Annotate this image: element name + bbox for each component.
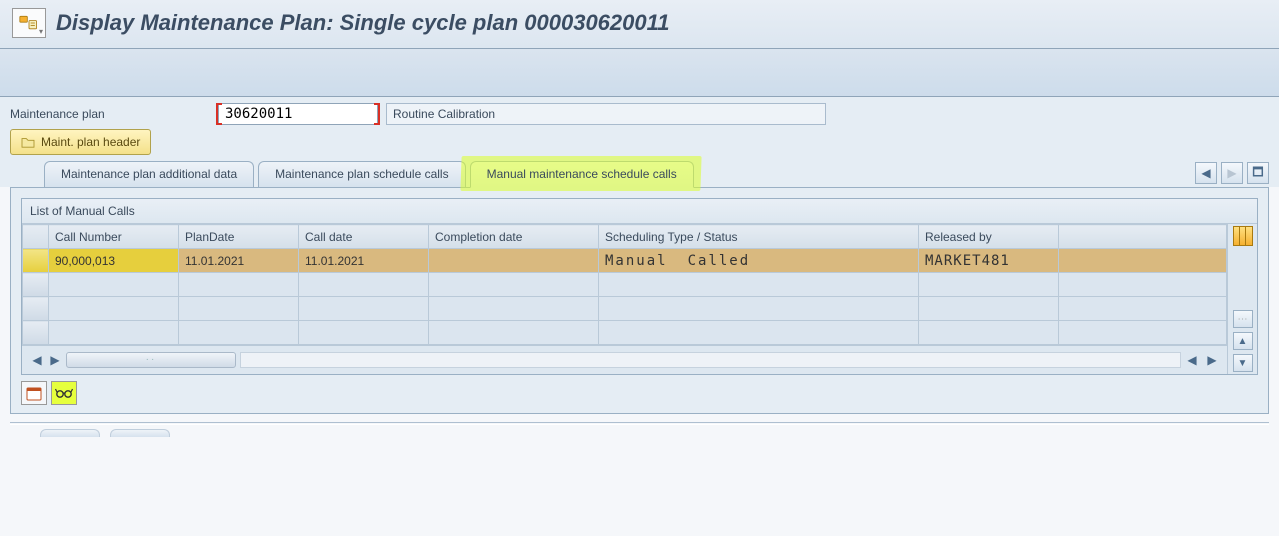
cell-released-by[interactable]: MARKET481	[919, 249, 1059, 273]
table-row[interactable]	[23, 321, 1227, 345]
vscroll-up-button[interactable]: ▲	[1233, 332, 1253, 350]
triangle-left-icon: ◀	[1201, 166, 1210, 180]
footer-tabs	[40, 429, 1239, 437]
hscroll-left-button[interactable]: ◀	[30, 353, 44, 367]
row-selector[interactable]	[23, 297, 49, 321]
col-plan-date[interactable]: PlanDate	[179, 225, 299, 249]
footer-tab-stub	[110, 429, 170, 437]
footer-tab-stub	[40, 429, 100, 437]
maintenance-plan-input[interactable]	[218, 103, 378, 125]
maintenance-plan-icon	[19, 14, 39, 32]
col-sched-type[interactable]: Scheduling Type / Status	[599, 225, 919, 249]
col-completion-date[interactable]: Completion date	[429, 225, 599, 249]
grid-vertical-tools: ⋯ ▲ ▼	[1227, 224, 1257, 374]
app-icon-button[interactable]: ▾	[12, 8, 46, 38]
table-row[interactable]	[23, 297, 1227, 321]
application-toolbar	[0, 49, 1279, 97]
cell-call-number[interactable]: 90,000,013	[49, 249, 179, 273]
col-empty	[1059, 225, 1227, 249]
vscroll-down-button[interactable]: ▼	[1233, 354, 1253, 372]
vscroll-options-button[interactable]: ⋯	[1233, 310, 1253, 328]
title-bar: ▾ Display Maintenance Plan: Single cycle…	[0, 0, 1279, 49]
glasses-icon	[55, 387, 73, 399]
required-bracket-left-icon	[216, 103, 222, 125]
row-selector[interactable]	[23, 273, 49, 297]
tab-additional-data[interactable]: Maintenance plan additional data	[44, 161, 254, 187]
tabstrip: Maintenance plan additional data Mainten…	[0, 161, 1279, 187]
table-header-row: Call Number PlanDate Call date Completio…	[23, 225, 1227, 249]
col-call-number[interactable]: Call Number	[49, 225, 179, 249]
col-call-date[interactable]: Call date	[299, 225, 429, 249]
hscroll-right-button[interactable]: ▶	[48, 353, 62, 367]
manual-calls-grid: List of Manual Calls	[21, 198, 1258, 375]
maintenance-plan-input-wrap	[218, 103, 378, 125]
grid-hscroll: ◀ ▶ ◀ ▶	[22, 345, 1227, 374]
tabs-scroll-right-button[interactable]: ▶	[1221, 162, 1243, 184]
schedule-overview-button[interactable]	[21, 381, 47, 405]
col-released-by[interactable]: Released by	[919, 225, 1059, 249]
tabstrip-nav: ◀ ▶ 🗖	[1195, 162, 1269, 187]
cell-empty	[1059, 249, 1227, 273]
cell-plan-date[interactable]: 11.01.2021	[179, 249, 299, 273]
pick-tab-icon: 🗖	[1252, 163, 1263, 184]
maintenance-plan-description: Routine Calibration	[386, 103, 826, 125]
cell-sched-type-status[interactable]: Manual Called	[599, 249, 919, 273]
column-config-button[interactable]	[1233, 226, 1253, 246]
page-title: Display Maintenance Plan: Single cycle p…	[56, 10, 669, 36]
row-selector[interactable]	[23, 321, 49, 345]
manual-calls-table: Call Number PlanDate Call date Completio…	[22, 224, 1227, 345]
display-call-object-button[interactable]	[51, 381, 77, 405]
folder-icon	[21, 136, 35, 148]
hscroll-block-left-button[interactable]: ◀	[1185, 353, 1199, 367]
row-selector[interactable]	[23, 249, 49, 273]
tab-panel: List of Manual Calls	[10, 187, 1269, 414]
hscroll-thumb[interactable]	[66, 352, 236, 368]
header-fields: Maintenance plan Routine Calibration	[0, 97, 1279, 125]
tab-label: Manual maintenance schedule calls	[487, 167, 677, 181]
dropdown-caret-icon: ▾	[39, 27, 43, 36]
sched-type-value: Manual	[605, 253, 668, 269]
row-selector-header[interactable]	[23, 225, 49, 249]
calendar-icon	[26, 385, 42, 401]
maint-plan-header-label: Maint. plan header	[41, 135, 140, 149]
required-bracket-right-icon	[374, 103, 380, 125]
cell-completion-date[interactable]	[429, 249, 599, 273]
tabs-scroll-left-button[interactable]: ◀	[1195, 162, 1217, 184]
separator	[10, 422, 1269, 425]
cell-call-date[interactable]: 11.01.2021	[299, 249, 429, 273]
sched-status-value: Called	[688, 253, 751, 269]
maint-plan-header-button[interactable]: Maint. plan header	[10, 129, 151, 155]
tab-schedule-calls[interactable]: Maintenance plan schedule calls	[258, 161, 465, 187]
maintenance-plan-label: Maintenance plan	[10, 107, 210, 121]
tab-label: Maintenance plan additional data	[61, 167, 237, 181]
tabs-list-button[interactable]: 🗖	[1247, 162, 1269, 184]
table-row[interactable]: 90,000,013 11.01.2021 11.01.2021 Manual …	[23, 249, 1227, 273]
triangle-right-icon: ▶	[1227, 166, 1236, 180]
tab-manual-schedule-calls[interactable]: Manual maintenance schedule calls	[470, 161, 694, 188]
grid-title: List of Manual Calls	[22, 199, 1257, 224]
hscroll-block-right-button[interactable]: ▶	[1205, 353, 1219, 367]
tab-label: Maintenance plan schedule calls	[275, 167, 448, 181]
hscroll-track[interactable]	[240, 352, 1181, 368]
grid-action-buttons	[21, 375, 1258, 405]
table-row[interactable]	[23, 273, 1227, 297]
